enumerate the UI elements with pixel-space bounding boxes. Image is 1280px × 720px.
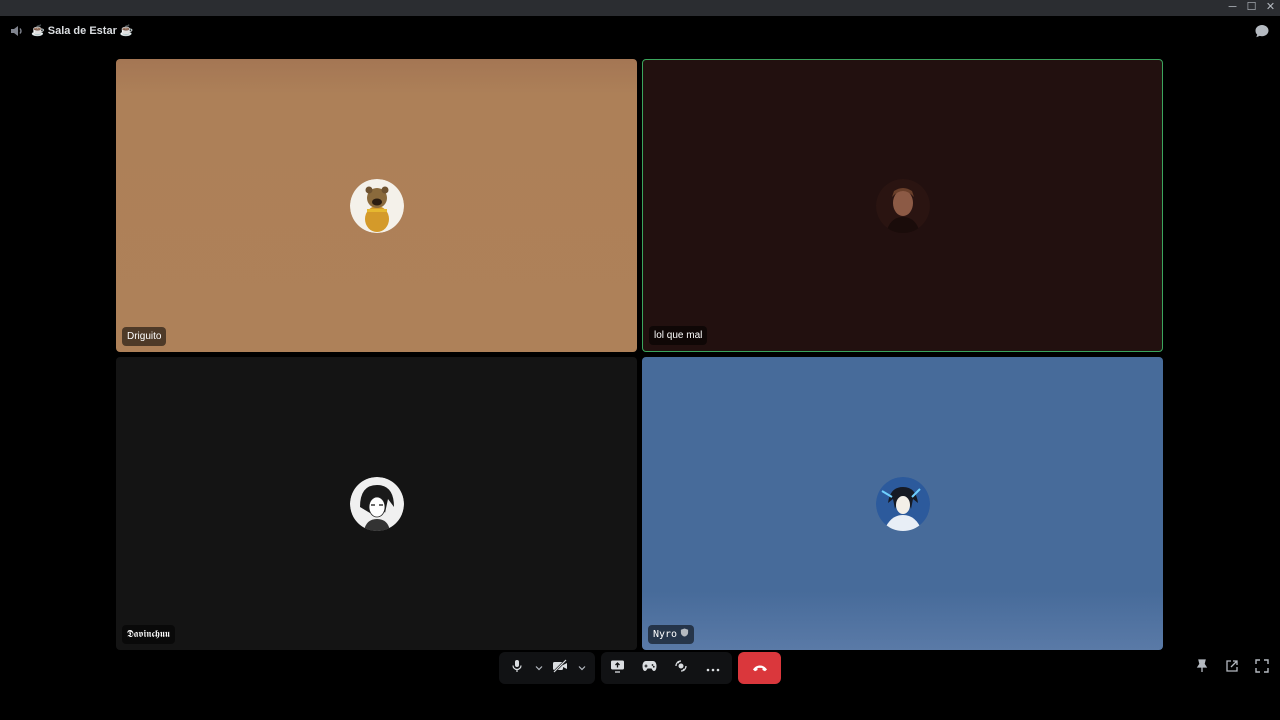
chat-bubble-icon[interactable]: [1254, 23, 1270, 39]
camera-off-icon: [552, 658, 568, 678]
hang-up-icon: [752, 659, 768, 677]
participant-nameplate: lol que mal: [649, 326, 708, 345]
window-controls: ─ ☐ ✕: [1227, 1, 1276, 13]
activities-group: [601, 652, 732, 684]
channel-name[interactable]: ☕ Sala de Estar ☕: [31, 24, 134, 37]
microphone-icon: [510, 659, 524, 678]
speaker-icon: [10, 24, 24, 38]
chevron-down-icon: [535, 659, 543, 677]
screen-share-button[interactable]: [604, 655, 630, 681]
audio-video-group: [499, 652, 595, 684]
maximize-button[interactable]: ☐: [1246, 1, 1257, 13]
participant-name: lol que mal: [654, 330, 703, 341]
fullscreen-button[interactable]: [1254, 658, 1270, 678]
more-icon: [706, 659, 720, 677]
manga-character-avatar: [349, 476, 404, 531]
participant-name: Nyro: [653, 629, 678, 640]
title-bar: ─ ☐ ✕: [0, 0, 1280, 16]
pin-button[interactable]: [1194, 658, 1210, 678]
activities-button[interactable]: [636, 655, 662, 681]
participant-nameplate: 𝕯𝖆𝖛𝖎𝖓𝖈𝖍𝖚𝖚: [122, 625, 175, 644]
view-controls: [1194, 658, 1270, 678]
bear-avatar: [349, 178, 404, 233]
microphone-options-button[interactable]: [531, 655, 546, 681]
participant-tile-davinchuu[interactable]: 𝕯𝖆𝖛𝖎𝖓𝖈𝖍𝖚𝖚: [116, 357, 637, 650]
soundboard-icon: [674, 659, 688, 678]
minimize-button[interactable]: ─: [1227, 1, 1238, 13]
chevron-down-icon: [578, 659, 586, 677]
close-button[interactable]: ✕: [1265, 1, 1276, 13]
more-options-button[interactable]: [700, 655, 726, 681]
participant-tile-lol-que-mal[interactable]: lol que mal: [642, 59, 1163, 352]
call-controls: [0, 652, 1280, 684]
microphone-button[interactable]: [505, 655, 529, 681]
pop-out-button[interactable]: [1224, 659, 1240, 678]
participant-tile-nyro[interactable]: Nyro: [642, 357, 1163, 650]
channel-header: ☕ Sala de Estar ☕: [0, 16, 1280, 46]
screen-share-icon: [610, 659, 625, 678]
participant-name: 𝕯𝖆𝖛𝖎𝖓𝖈𝖍𝖚𝖚: [127, 629, 170, 640]
activities-icon: [642, 659, 657, 677]
man-portrait-avatar: [875, 178, 930, 233]
participant-nameplate: Driguito: [122, 327, 167, 346]
camera-options-button[interactable]: [574, 655, 589, 681]
pin-icon: [1195, 658, 1209, 678]
pop-out-icon: [1225, 659, 1239, 678]
participant-nameplate: Nyro: [648, 625, 695, 644]
anime-character-avatar: [875, 476, 930, 531]
participant-name: Driguito: [127, 331, 162, 342]
camera-button[interactable]: [548, 655, 572, 681]
soundboard-button[interactable]: [668, 655, 694, 681]
shield-badge-icon: [680, 625, 689, 644]
participant-tile-driguito[interactable]: Driguito: [116, 59, 637, 352]
fullscreen-icon: [1255, 658, 1269, 678]
disconnect-button[interactable]: [738, 652, 781, 684]
